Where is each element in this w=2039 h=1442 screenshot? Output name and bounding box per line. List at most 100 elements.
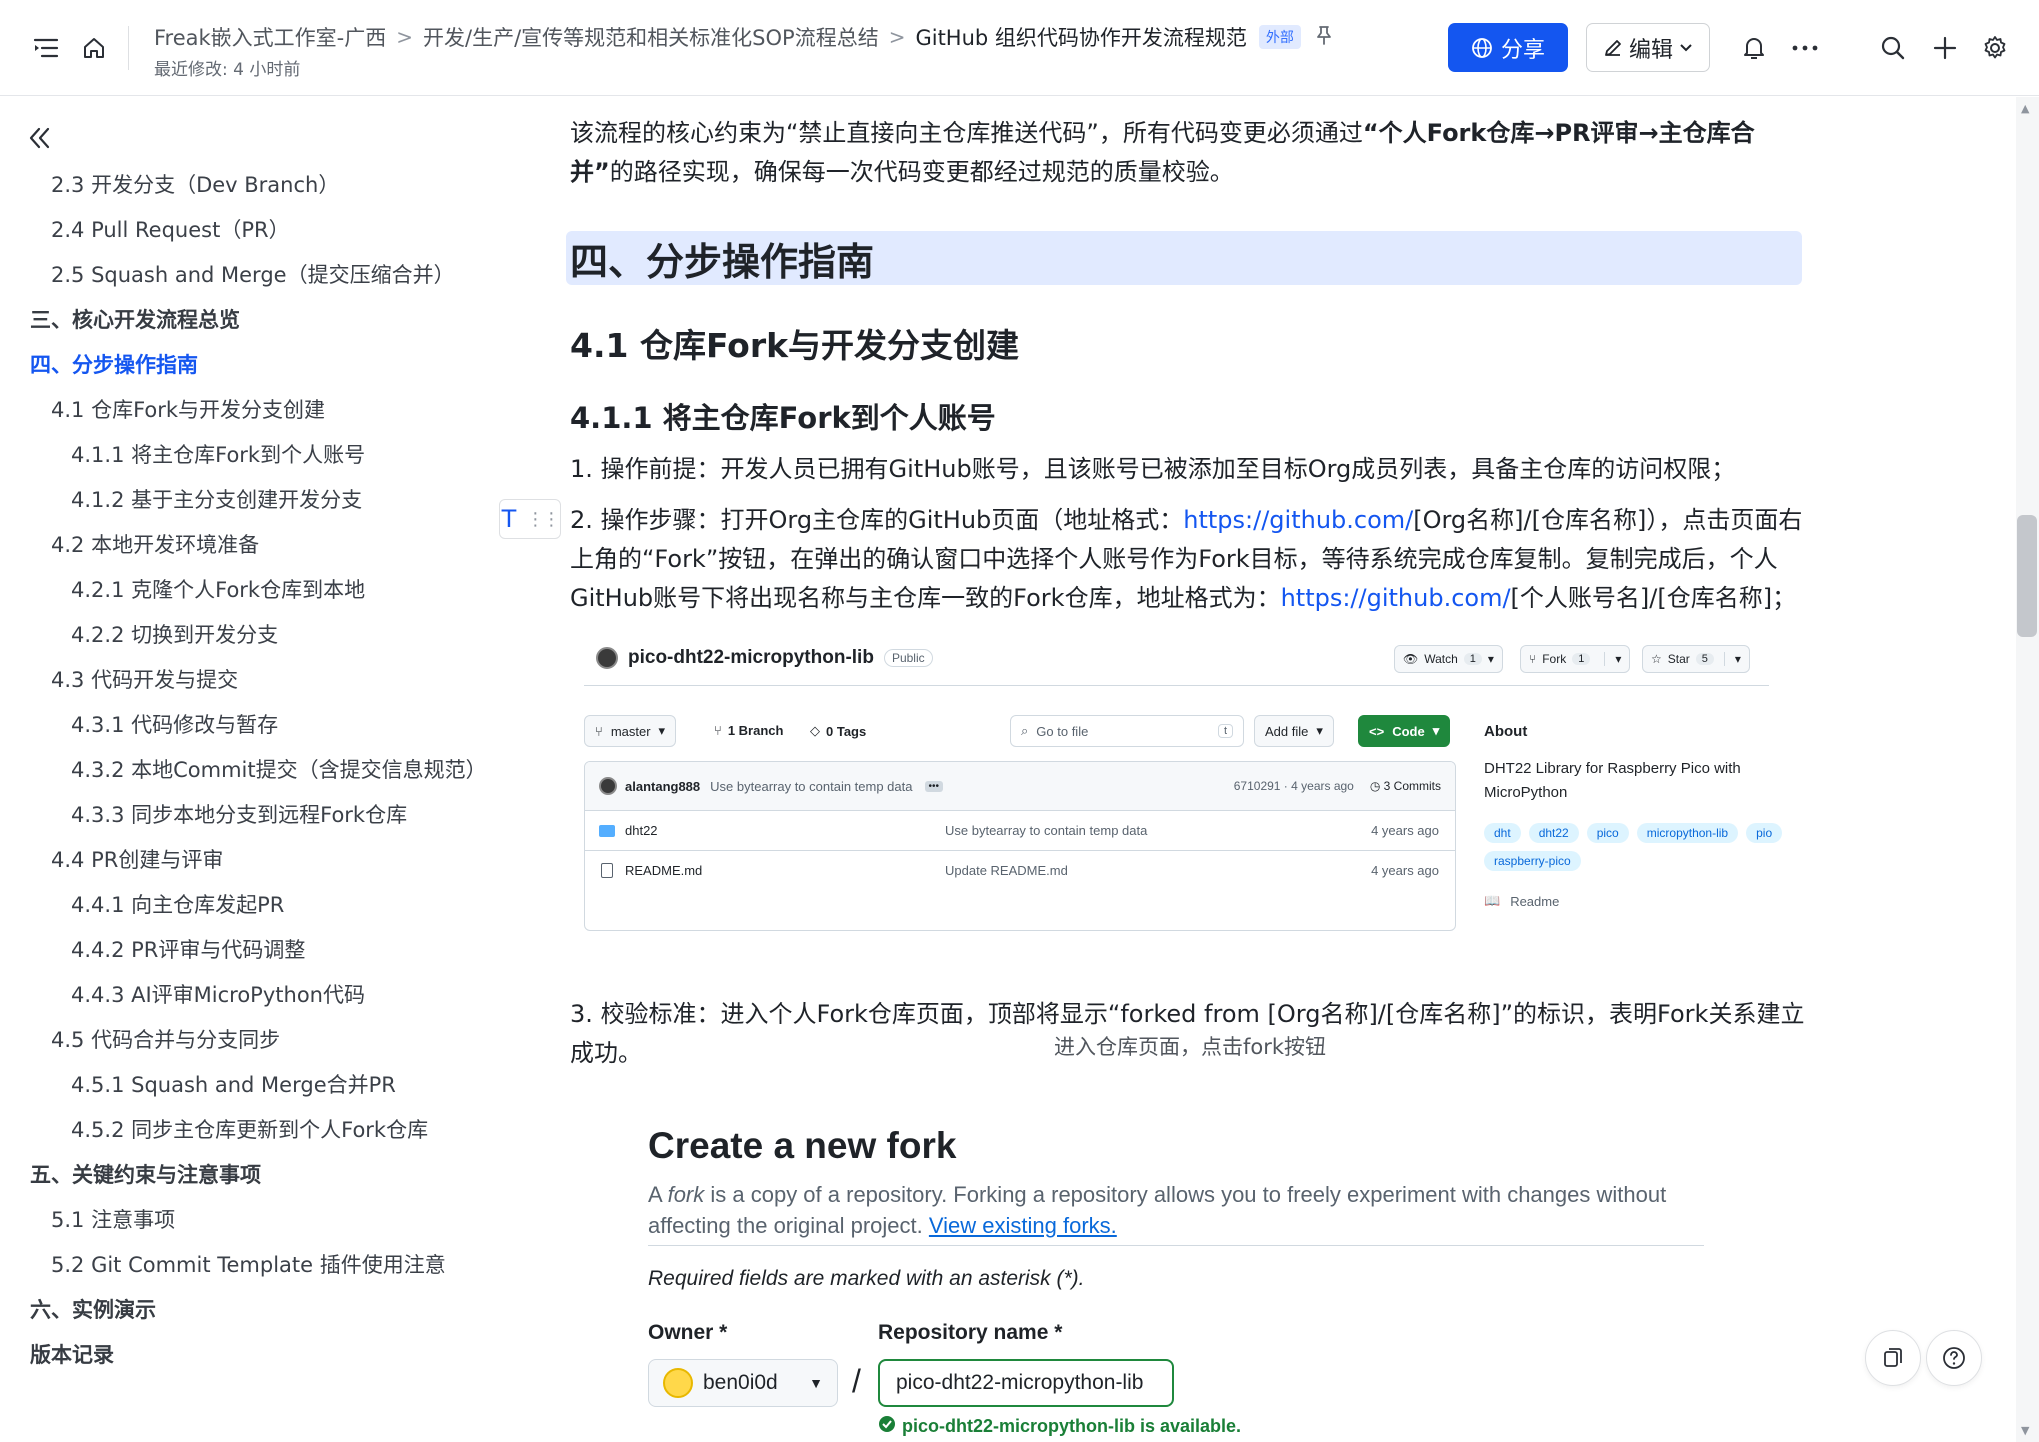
- toc-item[interactable]: 4.3.3 同步本地分支到远程Fork仓库: [0, 791, 520, 836]
- toc-item[interactable]: 版本记录: [0, 1331, 520, 1376]
- breadcrumb-item-folder[interactable]: 开发/生产/宣传等规范和相关标准化SOP流程总结: [423, 22, 879, 52]
- share-button[interactable]: 分享: [1448, 23, 1568, 72]
- owner-avatar: [596, 647, 618, 669]
- toc-item[interactable]: 2.5 Squash and Merge（提交压缩合并）: [0, 251, 520, 296]
- drag-handle-icon[interactable]: ⋮⋮: [526, 509, 560, 530]
- toc-item[interactable]: 四、分步操作指南: [0, 341, 520, 386]
- toc-item[interactable]: 4.5.2 同步主仓库更新到个人Fork仓库: [0, 1106, 520, 1151]
- fork-count: 1: [1572, 653, 1591, 665]
- file-age: 4 years ago: [1371, 863, 1439, 878]
- toc-item[interactable]: 4.5.1 Squash and Merge合并PR: [0, 1061, 520, 1106]
- fork-divider: [648, 1245, 1704, 1246]
- step-2-text-e: [个人账号名]/[仓库名称]；: [1510, 584, 1797, 612]
- toc-item[interactable]: 5.1 注意事项: [0, 1196, 520, 1241]
- latest-commit-row: alantang888 Use bytearray to contain tem…: [585, 762, 1455, 810]
- topic-tag: dht22: [1528, 823, 1579, 843]
- go-to-file-placeholder: Go to file: [1036, 723, 1089, 739]
- toc-item[interactable]: 4.4.2 PR评审与代码调整: [0, 926, 520, 971]
- breadcrumb-item-workspace[interactable]: Freak嵌入式工作室-广西: [154, 22, 386, 52]
- globe-icon: [1472, 37, 1492, 58]
- scrollbar-thumb[interactable]: [2017, 515, 2037, 637]
- repo-name-input: pico-dht22-micropython-lib: [878, 1359, 1174, 1407]
- heading-section-4: 四、分步操作指南: [566, 231, 1802, 285]
- branch-icon: ⑂: [714, 723, 722, 738]
- add-file-button: Add file ▾: [1254, 715, 1334, 747]
- availability-status: pico-dht22-micropython-lib is available.: [878, 1415, 1241, 1438]
- toc-item[interactable]: 4.3 代码开发与提交: [0, 656, 520, 701]
- chevron-down-icon: ▾: [1604, 652, 1621, 666]
- help-icon[interactable]: [1926, 1330, 1982, 1386]
- search-icon[interactable]: [1879, 34, 1907, 62]
- notification-bell-icon[interactable]: [1740, 34, 1768, 62]
- toc-item[interactable]: 4.2.2 切换到开发分支: [0, 611, 520, 656]
- fork-icon: ⑂: [1529, 652, 1537, 666]
- toc-item[interactable]: 三、核心开发流程总览: [0, 296, 520, 341]
- step-2-text-d: GitHub账号下将出现名称与主仓库一致的Fork仓库，地址格式为：: [570, 584, 1281, 612]
- step-1-text: 1. 操作前提：开发人员已拥有GitHub账号，且该账号已被添加至目标Org成员…: [570, 455, 1736, 483]
- toc-item[interactable]: 五、关键约束与注意事项: [0, 1151, 520, 1196]
- toc-item[interactable]: 2.4 Pull Request（PR）: [0, 206, 520, 251]
- toc-item[interactable]: 2.3 开发分支（Dev Branch）: [0, 161, 520, 206]
- toc-item[interactable]: 4.2.1 克隆个人Fork仓库到本地: [0, 566, 520, 611]
- collapse-sidebar-icon[interactable]: [28, 127, 52, 153]
- doc-outline-icon[interactable]: [1865, 1330, 1921, 1386]
- owner-select: ben0i0d ▼: [648, 1359, 838, 1407]
- step-2-text: 2. 操作步骤：打开Org主仓库的GitHub页面（地址格式：: [570, 506, 1184, 534]
- breadcrumb: Freak嵌入式工作室-广西 > 开发/生产/宣传等规范和相关标准化SOP流程总…: [154, 20, 1333, 54]
- topic-tag: raspberry-pico: [1484, 851, 1581, 871]
- more-options-icon[interactable]: [1790, 34, 1820, 62]
- branch-select: ⑂ master ▾: [584, 715, 677, 747]
- file-commit-message: Use bytearray to contain temp data: [945, 823, 1148, 838]
- readme-label: Readme: [1510, 893, 1560, 909]
- topic-tag: dht: [1484, 823, 1521, 843]
- edit-button[interactable]: 编辑: [1586, 23, 1710, 72]
- intro-emphasis-end: 并”: [570, 158, 610, 186]
- toc-item[interactable]: 4.3.2 本地Commit提交（含提交信息规范）: [0, 746, 520, 791]
- commits-link: ◷ 3 Commits: [1370, 779, 1441, 793]
- outline-toggle-icon[interactable]: [32, 34, 60, 62]
- go-to-file-input: ⌕ Go to file t: [1010, 715, 1244, 747]
- share-label: 分享: [1500, 37, 1545, 63]
- owner-label: Owner *: [648, 1321, 728, 1344]
- fork-label: Fork: [1542, 652, 1567, 666]
- code-button: <> Code ▾: [1358, 715, 1451, 747]
- table-row: README.md Update README.md 4 years ago: [585, 850, 1455, 890]
- toc-item[interactable]: 六、实例演示: [0, 1286, 520, 1331]
- fork-title: Create a new fork: [648, 1125, 957, 1166]
- settings-gear-icon[interactable]: [1981, 34, 2009, 62]
- toc-item[interactable]: 4.1.2 基于主分支创建开发分支: [0, 476, 520, 521]
- repo-name: pico-dht22-micropython-lib: [628, 647, 874, 668]
- topic-tag: pio: [1746, 823, 1783, 843]
- add-icon[interactable]: [1931, 34, 1959, 62]
- star-icon: ☆: [1651, 652, 1662, 666]
- toc-item[interactable]: 4.4 PR创建与评审: [0, 836, 520, 881]
- toc-item[interactable]: 4.2 本地开发环境准备: [0, 521, 520, 566]
- scroll-down-icon[interactable]: ▼: [2021, 1424, 2029, 1437]
- scrollbar-track[interactable]: [2016, 97, 2039, 1442]
- folder-icon: [599, 824, 615, 837]
- github-url-link[interactable]: https://github.com/: [1183, 506, 1413, 534]
- topic-list: dht dht22 pico micropython-lib pio raspberry-…: [1484, 823, 1784, 871]
- chevron-down-icon: ▾: [1487, 652, 1494, 666]
- fork-desc-em: fork: [667, 1182, 705, 1207]
- chevron-down-icon: ▾: [1432, 723, 1440, 738]
- file-table: alantang888 Use bytearray to contain tem…: [584, 761, 1456, 931]
- scroll-up-icon[interactable]: ▲: [2021, 102, 2029, 115]
- home-icon[interactable]: [80, 34, 108, 62]
- block-type-handle[interactable]: T ⋮⋮: [499, 499, 561, 539]
- toc-item[interactable]: 4.1.1 将主仓库Fork到个人账号: [0, 431, 520, 476]
- github-url-link-2[interactable]: https://github.com/: [1281, 584, 1511, 612]
- commit-meta: 6710291 · 4 years ago: [1233, 779, 1354, 793]
- toc-item[interactable]: 4.5 代码合并与分支同步: [0, 1016, 520, 1061]
- star-label: Star: [1667, 652, 1690, 666]
- breadcrumb-item-current[interactable]: GitHub 组织代码协作开发流程规范: [915, 22, 1246, 52]
- repo-title: pico-dht22-micropython-lib Public: [596, 647, 933, 669]
- pin-icon[interactable]: [1315, 25, 1333, 50]
- toc-item[interactable]: 4.4.1 向主仓库发起PR: [0, 881, 520, 926]
- chevron-down-icon: ▾: [1316, 723, 1323, 738]
- fork-button: ⑂ Fork 1 ▾: [1520, 645, 1631, 673]
- toc-item[interactable]: 4.1 仓库Fork与开发分支创建: [0, 386, 520, 431]
- toc-item[interactable]: 4.4.3 AI评审MicroPython代码: [0, 971, 520, 1016]
- toc-item[interactable]: 5.2 Git Commit Template 插件使用注意: [0, 1241, 520, 1286]
- toc-item[interactable]: 4.3.1 代码修改与暂存: [0, 701, 520, 746]
